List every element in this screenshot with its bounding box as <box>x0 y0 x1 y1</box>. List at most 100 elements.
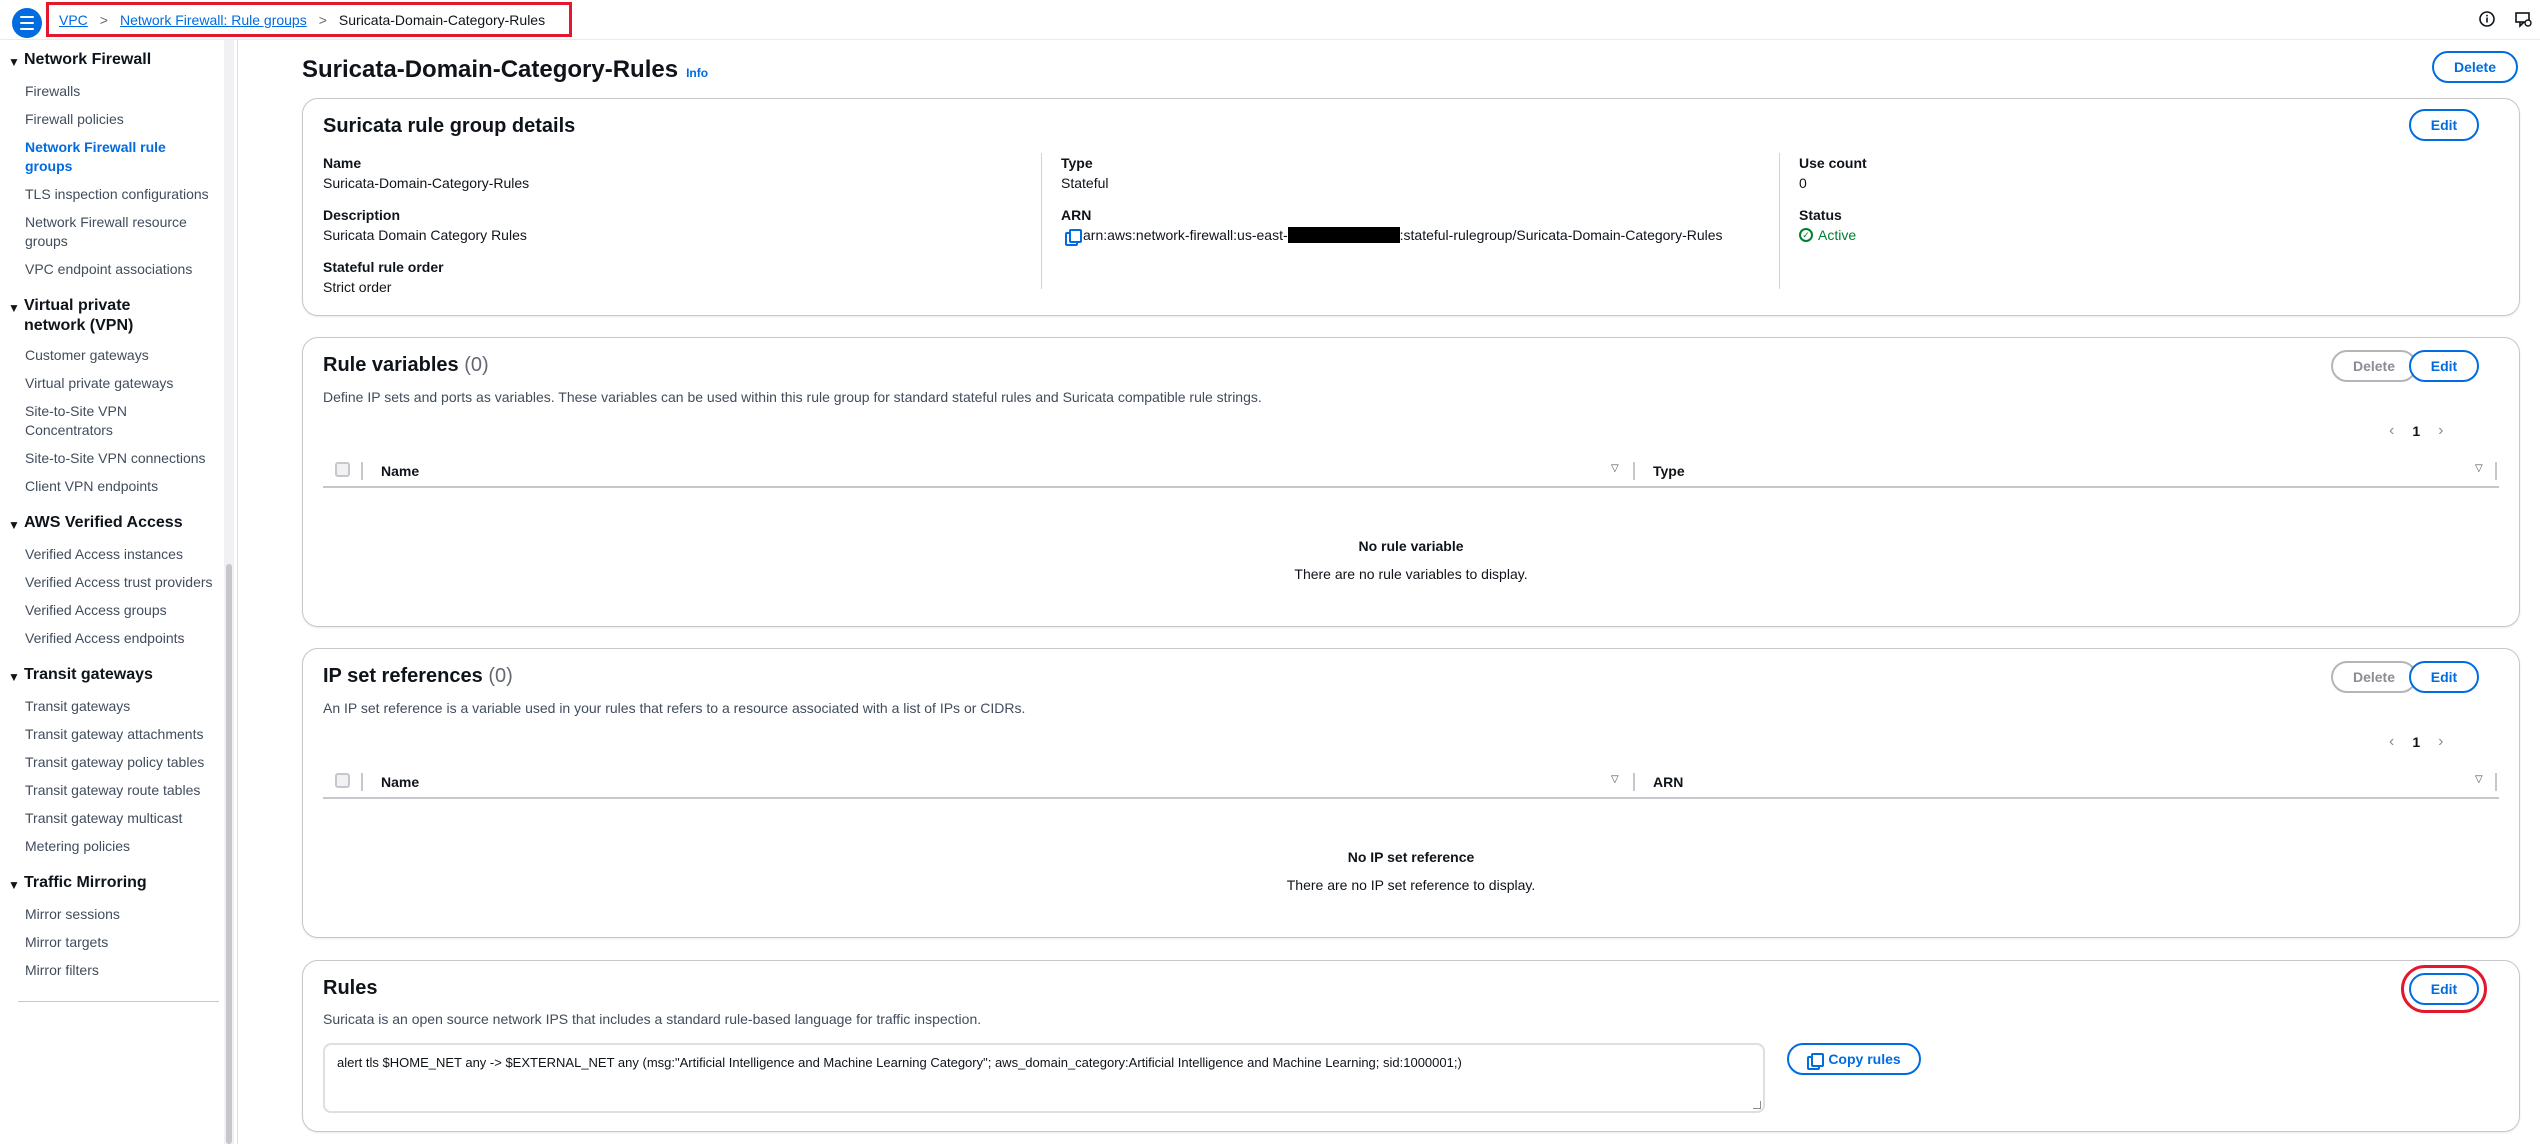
sidebar-item-verified-access-trust-providers[interactable]: Verified Access trust providers <box>8 569 237 597</box>
hamburger-menu-button[interactable] <box>12 8 42 38</box>
sidebar-item-vpn-connections[interactable]: Site-to-Site VPN connections <box>8 445 237 473</box>
breadcrumb-vpc[interactable]: VPC <box>59 12 88 28</box>
sidebar-item-transit-gateway-attachments[interactable]: Transit gateway attachments <box>8 721 237 749</box>
info-circle-icon[interactable] <box>2478 10 2496 28</box>
sort-icon[interactable]: ▽ <box>2475 774 2483 785</box>
rule-order-label: Stateful rule order <box>323 259 444 275</box>
sidebar-item-vpc-endpoint-associations[interactable]: VPC endpoint associations <box>8 256 237 284</box>
delete-rule-variable-button[interactable]: Delete <box>2331 350 2417 382</box>
ip-set-references-pagination: ‹ 1 › <box>2389 733 2443 751</box>
details-title: Suricata rule group details <box>323 115 576 137</box>
sidebar-item-network-firewall-rule-groups[interactable]: Network Firewall rule groups <box>8 134 237 181</box>
sort-icon[interactable]: ▽ <box>2475 463 2483 474</box>
select-all-checkbox[interactable] <box>335 462 350 477</box>
edit-details-button[interactable]: Edit <box>2409 109 2479 141</box>
rule-group-details-card: Suricata rule group details Edit Name Su… <box>302 98 2520 316</box>
arn-value: arn:aws:network-firewall:us-east-:statef… <box>1083 226 1723 243</box>
sort-icon[interactable]: ▽ <box>1611 774 1619 785</box>
sidebar-header-verified-access[interactable]: ▼ AWS Verified Access <box>8 501 237 541</box>
description-label: Description <box>323 207 401 223</box>
sidebar-item-vpn-concentrators[interactable]: Site-to-Site VPN Concentrators <box>8 398 237 445</box>
chevron-right-icon[interactable]: › <box>2438 733 2443 751</box>
type-value: Stateful <box>1061 175 1109 191</box>
rule-variables-card: Rule variables (0) Delete Edit Define IP… <box>302 337 2520 627</box>
sidebar-item-firewalls[interactable]: Firewalls <box>8 78 237 106</box>
edit-rules-button[interactable]: Edit <box>2401 965 2487 1013</box>
rule-variables-pagination: ‹ 1 › <box>2389 422 2443 440</box>
sidebar-scrollbar[interactable] <box>224 40 234 1144</box>
sidebar-item-resource-groups[interactable]: Network Firewall resource groups <box>8 209 237 256</box>
sidebar-item-tls-inspection[interactable]: TLS inspection configurations <box>8 181 237 209</box>
sidebar-item-virtual-private-gateways[interactable]: Virtual private gateways <box>8 370 237 398</box>
column-header-name[interactable]: Name <box>381 463 419 479</box>
arn-label: ARN <box>1061 207 1092 223</box>
rules-title: Rules <box>323 977 378 999</box>
check-circle-icon: ✓ <box>1799 228 1813 242</box>
sidebar-item-client-vpn-endpoints[interactable]: Client VPN endpoints <box>8 473 237 501</box>
sidebar-header-traffic-mirroring[interactable]: ▼ Traffic Mirroring <box>8 861 237 901</box>
sidebar-item-firewall-policies[interactable]: Firewall policies <box>8 106 237 134</box>
copy-rules-button[interactable]: Copy rules <box>1787 1043 1921 1075</box>
status-badge: ✓ Active <box>1799 227 1856 243</box>
sidebar-item-transit-gateway-route-tables[interactable]: Transit gateway route tables <box>8 777 237 805</box>
delete-ip-set-button[interactable]: Delete <box>2331 661 2417 693</box>
name-value: Suricata-Domain-Category-Rules <box>323 175 530 191</box>
edit-ip-set-references-button[interactable]: Edit <box>2409 661 2479 693</box>
column-header-name[interactable]: Name <box>381 774 419 790</box>
sidebar-item-mirror-filters[interactable]: Mirror filters <box>8 957 237 985</box>
type-label: Type <box>1061 155 1093 171</box>
rule-order-value: Strict order <box>323 279 392 295</box>
sidebar-item-metering-policies[interactable]: Metering policies <box>8 833 237 861</box>
chevron-left-icon[interactable]: ‹ <box>2389 422 2394 440</box>
sidebar-section-verified-access: ▼ AWS Verified Access Verified Access ins… <box>0 501 237 653</box>
rule-variables-description: Define IP sets and ports as variables. T… <box>323 389 1262 405</box>
copy-icon <box>1807 1052 1825 1070</box>
main-content: Suricata-Domain-Category-Rules Info Dele… <box>238 40 2540 1144</box>
sidebar-item-mirror-sessions[interactable]: Mirror sessions <box>8 901 237 929</box>
empty-state-description: There are no rule variables to display. <box>1294 566 1528 582</box>
top-navigation-bar: VPC > Network Firewall: Rule groups > Su… <box>0 0 2540 40</box>
sidebar-item-verified-access-groups[interactable]: Verified Access groups <box>8 597 237 625</box>
scrollbar-thumb[interactable] <box>226 564 232 1144</box>
ip-set-references-card: IP set references (0) Delete Edit An IP … <box>302 648 2520 938</box>
sidebar-item-verified-access-endpoints[interactable]: Verified Access endpoints <box>8 625 237 653</box>
sidebar-item-transit-gateway-multicast[interactable]: Transit gateway multicast <box>8 805 237 833</box>
page-title: Suricata-Domain-Category-Rules Info <box>302 56 709 83</box>
sort-icon[interactable]: ▽ <box>1611 463 1619 474</box>
select-all-checkbox[interactable] <box>335 773 350 788</box>
column-header-arn[interactable]: ARN <box>1653 774 1683 790</box>
sidebar-item-customer-gateways[interactable]: Customer gateways <box>8 342 237 370</box>
rules-textarea[interactable]: alert tls $HOME_NET any -> $EXTERNAL_NET… <box>323 1043 1765 1113</box>
sidebar-item-transit-gateways[interactable]: Transit gateways <box>8 693 237 721</box>
sidebar-section-traffic-mirroring: ▼ Traffic Mirroring Mirror sessions Mirro… <box>0 861 237 985</box>
side-navigation: ▼ Network Firewall Firewalls Firewall pol… <box>0 40 238 1144</box>
chevron-left-icon[interactable]: ‹ <box>2389 733 2394 751</box>
chevron-right-icon[interactable]: › <box>2438 422 2443 440</box>
description-value: Suricata Domain Category Rules <box>323 227 527 243</box>
sidebar-item-mirror-targets[interactable]: Mirror targets <box>8 929 237 957</box>
caret-down-icon: ▼ <box>8 670 20 684</box>
sidebar-item-transit-gateway-policy-tables[interactable]: Transit gateway policy tables <box>8 749 237 777</box>
delete-rule-group-button[interactable]: Delete <box>2432 51 2518 83</box>
sidebar-header-network-firewall[interactable]: ▼ Network Firewall <box>8 40 237 78</box>
breadcrumb-current: Suricata-Domain-Category-Rules <box>338 11 546 28</box>
caret-down-icon: ▼ <box>8 55 20 69</box>
sidebar-section-transit-gateways: ▼ Transit gateways Transit gateways Trans… <box>0 653 237 861</box>
column-header-type[interactable]: Type <box>1653 463 1685 479</box>
resize-handle[interactable] <box>1753 1101 1761 1109</box>
sidebar-item-verified-access-instances[interactable]: Verified Access instances <box>8 541 237 569</box>
sidebar-header-vpn[interactable]: ▼ Virtual private network (VPN) <box>8 284 237 342</box>
edit-rule-variables-button[interactable]: Edit <box>2409 350 2479 382</box>
feedback-icon[interactable] <box>2514 10 2532 28</box>
rule-variables-title: Rule variables (0) <box>323 354 489 376</box>
sidebar-section-vpn: ▼ Virtual private network (VPN) Customer … <box>0 284 237 501</box>
page-number[interactable]: 1 <box>2412 734 2420 750</box>
sidebar-header-transit-gateways[interactable]: ▼ Transit gateways <box>8 653 237 693</box>
info-link[interactable]: Info <box>686 66 708 80</box>
copy-arn-icon[interactable] <box>1065 229 1082 246</box>
page-number[interactable]: 1 <box>2412 423 2420 439</box>
empty-state-title: No rule variable <box>1358 538 1464 554</box>
rules-card: Rules Edit Suricata is an open source ne… <box>302 960 2520 1132</box>
breadcrumb-rule-groups[interactable]: Network Firewall: Rule groups <box>120 12 307 28</box>
ip-set-references-title: IP set references (0) <box>323 665 513 687</box>
